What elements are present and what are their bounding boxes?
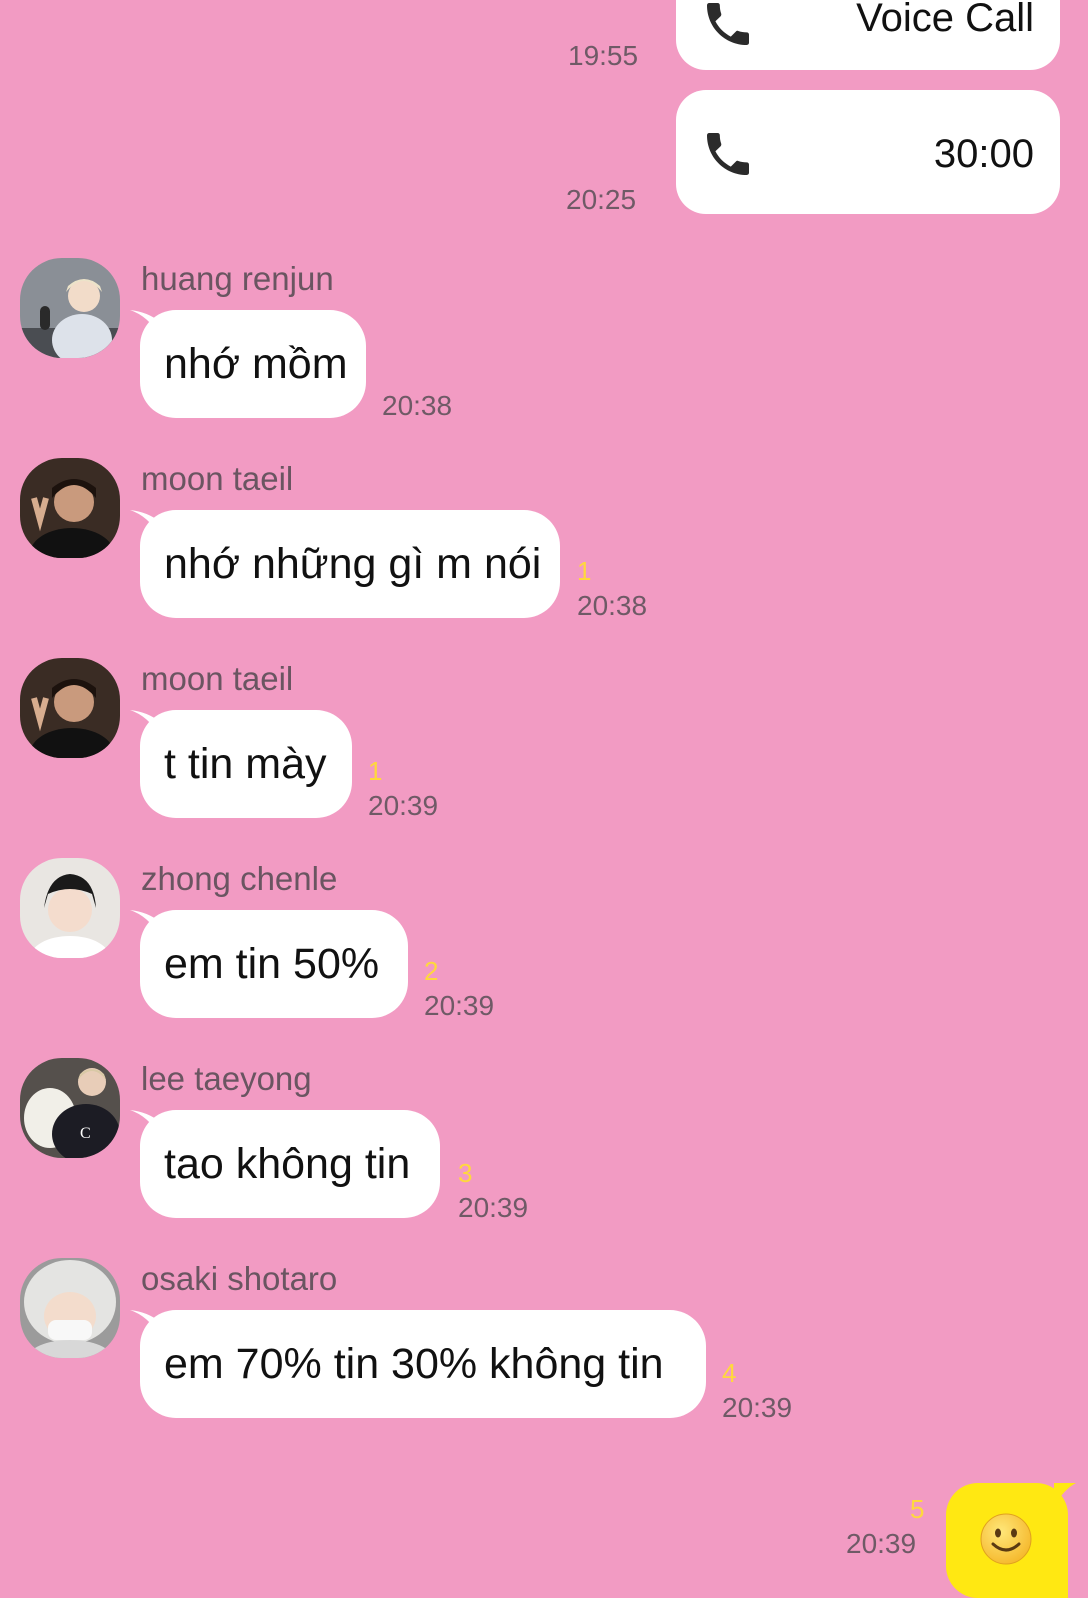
message-time: 20:39 — [722, 1392, 793, 1423]
sender-name: moon taeil — [141, 660, 294, 697]
message-text: em tin 50% — [164, 939, 380, 988]
unread-count: 2 — [424, 956, 439, 986]
svg-text:C: C — [80, 1125, 91, 1142]
message-time: 20:39 — [458, 1192, 529, 1223]
unread-count: 5 — [910, 1494, 925, 1524]
message-bubble[interactable]: t tin mày — [140, 710, 352, 818]
avatar[interactable] — [20, 858, 120, 958]
message-time: 20:39 — [368, 790, 439, 821]
message-bubble[interactable]: nhớ mồm — [140, 310, 366, 418]
message-bubble[interactable]: em 70% tin 30% không tin — [140, 1310, 706, 1418]
sender-name: moon taeil — [141, 460, 294, 497]
avatar[interactable] — [20, 658, 120, 758]
my-message-bubble[interactable] — [946, 1483, 1068, 1598]
voice-call-bubble[interactable]: Voice Call — [676, 0, 1060, 70]
message-text: nhớ mồm — [164, 339, 348, 388]
phone-icon — [707, 133, 749, 175]
avatar[interactable] — [20, 258, 120, 358]
message-text: em 70% tin 30% không tin — [164, 1339, 664, 1388]
bubble-tail — [1054, 1483, 1076, 1507]
avatar[interactable]: C — [20, 1058, 120, 1158]
unread-count: 1 — [577, 556, 592, 586]
message-text: nhớ những gì m nói — [164, 539, 542, 588]
message-time: 20:39 — [846, 1528, 917, 1559]
avatar[interactable] — [20, 1258, 120, 1358]
unread-count: 1 — [368, 756, 383, 786]
call-duration-bubble[interactable]: 30:00 — [676, 90, 1060, 214]
message-time: 20:38 — [382, 390, 453, 421]
message-time: 20:38 — [577, 590, 648, 621]
sender-name: lee taeyong — [141, 1060, 312, 1097]
message-text: t tin mày — [164, 739, 327, 788]
message-text: tao không tin — [164, 1139, 411, 1188]
call-duration: 30:00 — [933, 132, 1034, 176]
message-bubble[interactable]: nhớ những gì m nói — [140, 510, 560, 618]
message-bubble[interactable]: tao không tin — [140, 1110, 440, 1218]
sender-name: huang renjun — [141, 260, 334, 297]
unread-count: 3 — [458, 1158, 473, 1188]
sender-name: osaki shotaro — [141, 1260, 338, 1297]
call-time: 20:25 — [566, 184, 637, 215]
call-label: Voice Call — [856, 0, 1034, 40]
phone-icon — [707, 3, 749, 45]
avatar[interactable] — [20, 458, 120, 558]
unread-count: 4 — [722, 1358, 737, 1388]
call-time: 19:55 — [568, 40, 639, 71]
sender-name: zhong chenle — [141, 860, 338, 897]
message-time: 20:39 — [424, 990, 495, 1021]
message-bubble[interactable]: em tin 50% — [140, 910, 408, 1018]
smiley-emoji-icon — [980, 1513, 1032, 1565]
